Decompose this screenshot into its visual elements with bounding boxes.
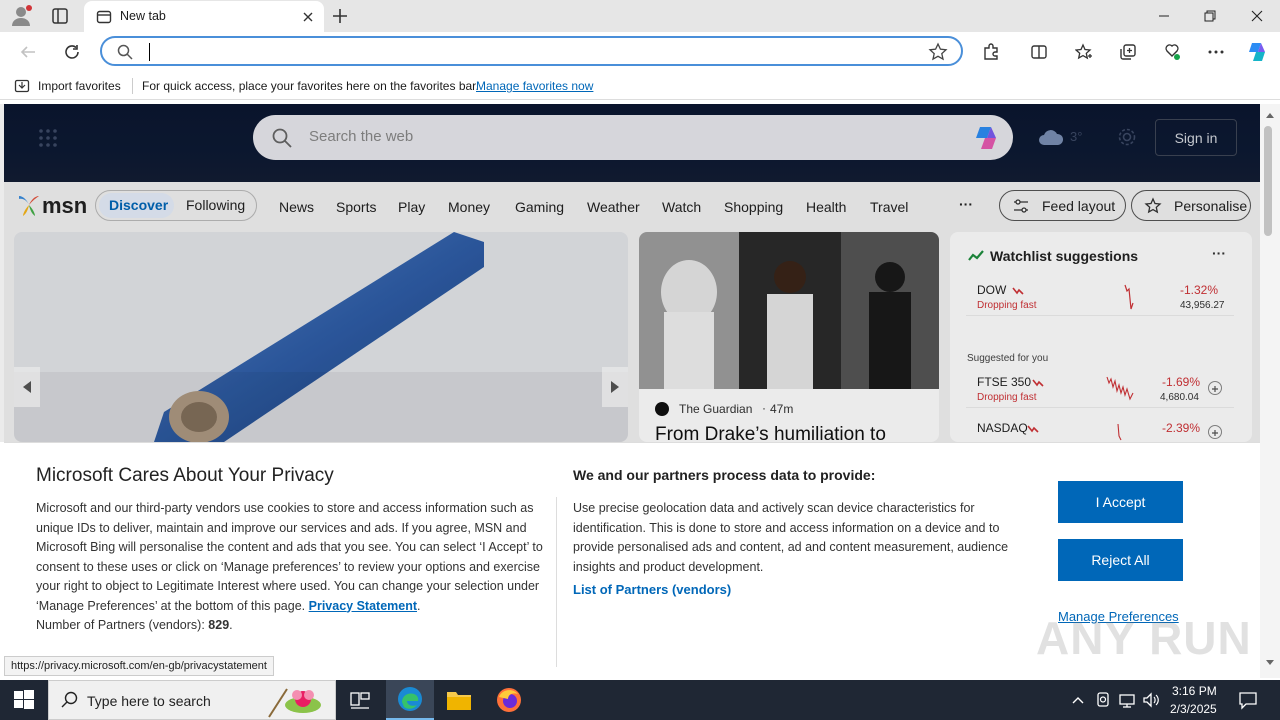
search-highlight-flower-icon: [268, 688, 321, 718]
taskbar-search-icon: [61, 691, 78, 708]
privacy-purposes-title: We and our partners process data to prov…: [573, 467, 876, 483]
privacy-divider: [556, 497, 557, 667]
browser-essentials-icon[interactable]: [1159, 39, 1185, 65]
partners-count-label: Number of Partners (vendors):: [36, 618, 205, 632]
text-cursor: [149, 43, 150, 61]
refresh-icon[interactable]: [59, 39, 85, 65]
status-url: https://privacy.microsoft.com/en-gb/priv…: [11, 660, 267, 672]
status-url-tooltip: https://privacy.microsoft.com/en-gb/priv…: [4, 656, 274, 676]
privacy-body-block: Microsoft and our third-party vendors us…: [36, 499, 544, 636]
split-screen-icon[interactable]: [1026, 39, 1052, 65]
network-icon[interactable]: [1118, 691, 1136, 709]
privacy-purposes-body: Use precise geolocation data and activel…: [573, 501, 1009, 574]
collections-icon[interactable]: [1115, 39, 1141, 65]
page-scrollbar[interactable]: [1260, 104, 1280, 678]
back-icon[interactable]: [15, 39, 41, 65]
scroll-up-arrow-icon[interactable]: [1260, 108, 1280, 122]
show-hidden-icons-chevron[interactable]: [1070, 692, 1086, 708]
manage-favorites-link[interactable]: Manage favorites now: [476, 79, 593, 93]
restore-button[interactable]: [1187, 0, 1233, 32]
favorite-star-icon[interactable]: [928, 42, 948, 62]
copilot-icon[interactable]: [1244, 39, 1270, 65]
privacy-statement-link[interactable]: Privacy Statement: [309, 599, 417, 613]
reject-all-button[interactable]: Reject All: [1058, 539, 1183, 581]
start-windows-icon[interactable]: [14, 690, 34, 710]
import-favorites-icon[interactable]: [14, 78, 30, 94]
scrollbar-thumb[interactable]: [1264, 126, 1272, 236]
file-explorer-icon[interactable]: [446, 689, 472, 711]
edge-icon: [398, 687, 422, 711]
favbar-divider: [132, 78, 133, 94]
taskbar-clock-time[interactable]: 3:16 PM: [1172, 684, 1217, 698]
partners-period: .: [229, 618, 233, 632]
favorites-hint: For quick access, place your favorites h…: [142, 79, 479, 93]
taskbar-search-box[interactable]: Type here to search: [48, 680, 336, 720]
taskbar-search-placeholder: Type here to search: [87, 693, 211, 709]
tray-device-icon[interactable]: [1095, 691, 1111, 709]
new-tab-button[interactable]: [330, 6, 350, 26]
address-bar[interactable]: [100, 36, 963, 66]
privacy-period: .: [417, 598, 421, 613]
new-tab-page-icon: [96, 9, 112, 25]
volume-icon[interactable]: [1142, 691, 1160, 709]
accept-button[interactable]: I Accept: [1058, 481, 1183, 523]
close-window-button[interactable]: [1234, 0, 1280, 32]
profile-icon[interactable]: [10, 5, 32, 27]
browser-toolbar: [0, 32, 1280, 72]
search-icon: [116, 43, 134, 61]
favorites-bar: Import favorites For quick access, place…: [0, 72, 1280, 100]
privacy-title: Microsoft Cares About Your Privacy: [36, 465, 334, 486]
title-bar: New tab: [0, 0, 1280, 32]
settings-more-icon[interactable]: [1203, 39, 1229, 65]
privacy-body: Microsoft and our third-party vendors us…: [36, 501, 543, 613]
taskbar-edge-app[interactable]: [386, 680, 434, 720]
privacy-consent-dialog: Microsoft Cares About Your Privacy Micro…: [4, 442, 1260, 678]
close-tab-icon[interactable]: [300, 9, 316, 25]
notifications-icon[interactable]: [1238, 690, 1258, 710]
partners-count: 829: [208, 618, 230, 632]
consent-dim-overlay: [0, 104, 1260, 442]
extensions-icon[interactable]: [978, 39, 1004, 65]
favorites-icon[interactable]: [1071, 39, 1097, 65]
windows-taskbar: Type here to search 3:16 PM 2/3/2025: [0, 680, 1280, 720]
minimize-button[interactable]: [1141, 0, 1187, 32]
scroll-down-arrow-icon[interactable]: [1260, 656, 1280, 670]
tab-new-tab[interactable]: New tab: [84, 1, 324, 32]
anyrun-watermark: ANY RUN: [1036, 612, 1252, 664]
task-view-icon[interactable]: [350, 690, 370, 710]
import-favorites-button[interactable]: Import favorites: [38, 79, 121, 93]
tab-title: New tab: [120, 9, 166, 23]
firefox-icon[interactable]: [496, 687, 522, 713]
list-of-partners-link[interactable]: List of Partners (vendors): [573, 582, 731, 597]
tab-actions-icon[interactable]: [50, 6, 70, 26]
taskbar-clock-date[interactable]: 2/3/2025: [1170, 702, 1217, 716]
